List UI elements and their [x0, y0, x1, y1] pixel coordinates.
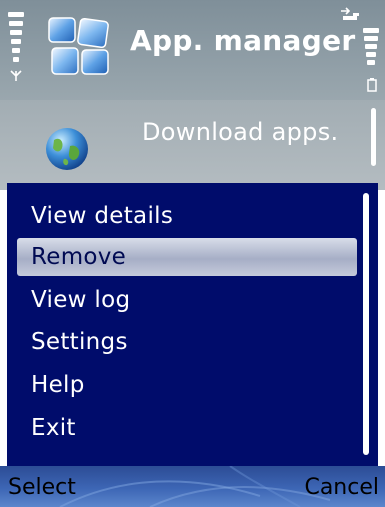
data-transfer-icon: [339, 6, 361, 25]
page-title: App. manager: [130, 24, 356, 57]
status-pane: App. manager: [0, 0, 385, 100]
menu-scrollbar[interactable]: [363, 193, 369, 455]
softkey-bar: Select Cancel: [0, 466, 385, 507]
globe-icon: [46, 128, 88, 170]
app-manager-icon: [48, 17, 109, 75]
antenna-icon: [10, 70, 22, 84]
menu-item-settings[interactable]: Settings: [17, 323, 357, 361]
softkey-select[interactable]: Select: [8, 474, 76, 502]
softkey-cancel[interactable]: Cancel: [304, 474, 379, 502]
signal-strength-bar: [8, 12, 26, 74]
menu-item-remove[interactable]: Remove: [17, 238, 357, 276]
main-list-pane: Download apps.: [0, 100, 385, 190]
list-item-download-apps[interactable]: Download apps.: [142, 118, 338, 146]
main-scrollbar[interactable]: [371, 108, 376, 166]
phone-screen: App. manager Download apps. View details…: [0, 0, 385, 507]
menu-item-view-details[interactable]: View details: [17, 197, 357, 235]
battery-icon: [367, 78, 377, 94]
menu-item-view-log[interactable]: View log: [17, 281, 357, 319]
menu-item-exit[interactable]: Exit: [17, 409, 357, 447]
menu-item-help[interactable]: Help: [17, 366, 357, 404]
options-menu: View details Remove View log Settings He…: [7, 183, 378, 466]
battery-level-bar: [361, 28, 379, 78]
